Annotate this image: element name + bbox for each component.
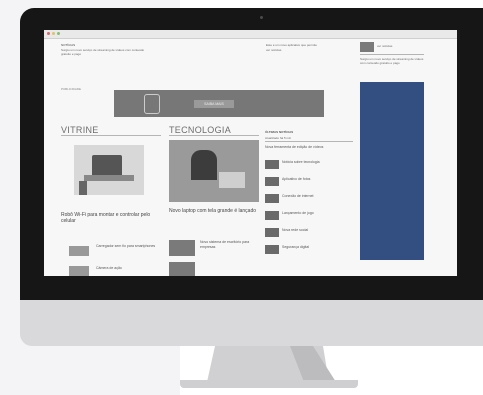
tech-lead-image[interactable] [169,140,259,202]
news-title-3[interactable]: Conexão de internet [282,194,352,199]
robot-product-image[interactable] [74,145,144,195]
sidebar-top-text: Surgiu um novo serviço de streaming de v… [360,57,424,65]
news-title-2[interactable]: Aplicativo de fotos [282,177,352,182]
divider [61,135,161,136]
advertising-label: PUBLICIDADE [61,87,82,91]
divider [360,54,424,55]
vitrine-item-title[interactable]: Carregador sem fio para smartphones [96,244,156,249]
close-dot-icon[interactable] [47,32,50,35]
top-right-text[interactable]: Este é um novo aplicativo que permite [266,43,336,47]
top-notice-title: NOTÍCIAS [61,43,76,47]
section-title-vitrine[interactable]: VITRINE [61,125,99,135]
sidebar-ad-block[interactable] [360,82,424,260]
tech-item-title[interactable]: Novo sistema de escritório para empresas [200,240,258,249]
news-thumb-5[interactable] [265,228,279,237]
news-thumb-6[interactable] [265,245,279,254]
vitrine-item-title-2[interactable]: Câmera de ação [96,266,156,271]
ultimas-subtitle: Atualizado há 5 min [265,136,292,140]
divider [265,141,353,142]
section-title-ultimas[interactable]: ÚLTIMAS NOTÍCIAS [265,130,293,134]
minimize-dot-icon[interactable] [52,32,55,35]
top-thumb-image[interactable] [360,42,374,52]
top-right-sub: ver notícias [266,48,282,52]
tech-item-image-2[interactable] [169,262,195,276]
screen-website: NOTÍCIAS Surgiu um novo serviço de strea… [44,30,457,276]
vitrine-item-image-2[interactable] [69,266,89,276]
camera-dot [260,16,263,19]
divider [169,135,259,136]
news-title-6[interactable]: Segurança digital [282,245,352,250]
news-title-5[interactable]: Nova rede social [282,228,352,233]
news-thumb-4[interactable] [265,211,279,220]
phone-icon [144,94,160,114]
monitor-chin [20,300,483,346]
monitor-stand-base [180,380,358,388]
news-thumb-2[interactable] [265,177,279,186]
browser-toolbar [44,30,457,39]
maximize-dot-icon[interactable] [57,32,60,35]
tech-item-image[interactable] [169,240,195,256]
top-notice-text[interactable]: Surgiu um novo serviço de streaming de v… [61,48,151,56]
news-title-1[interactable]: Notícia sobre tecnologia [282,160,352,165]
top-thumb-caption: ver notícias [377,44,393,48]
vitrine-lead-title[interactable]: Robô Wi-Fi para montar e controlar pelo … [61,212,161,224]
vitrine-item-image[interactable] [69,246,89,256]
banner-cta-button[interactable]: SAIBA MAIS [194,100,234,108]
section-title-tecnologia[interactable]: TECNOLOGIA [169,125,231,135]
ultimas-lead-title[interactable]: Nova ferramenta de edição de vídeos [265,145,353,150]
news-title-4[interactable]: Lançamento de jogo [282,211,352,216]
news-thumb-1[interactable] [265,160,279,169]
tech-lead-title[interactable]: Novo laptop com tela grande é lançado [169,208,259,214]
news-thumb-3[interactable] [265,194,279,203]
